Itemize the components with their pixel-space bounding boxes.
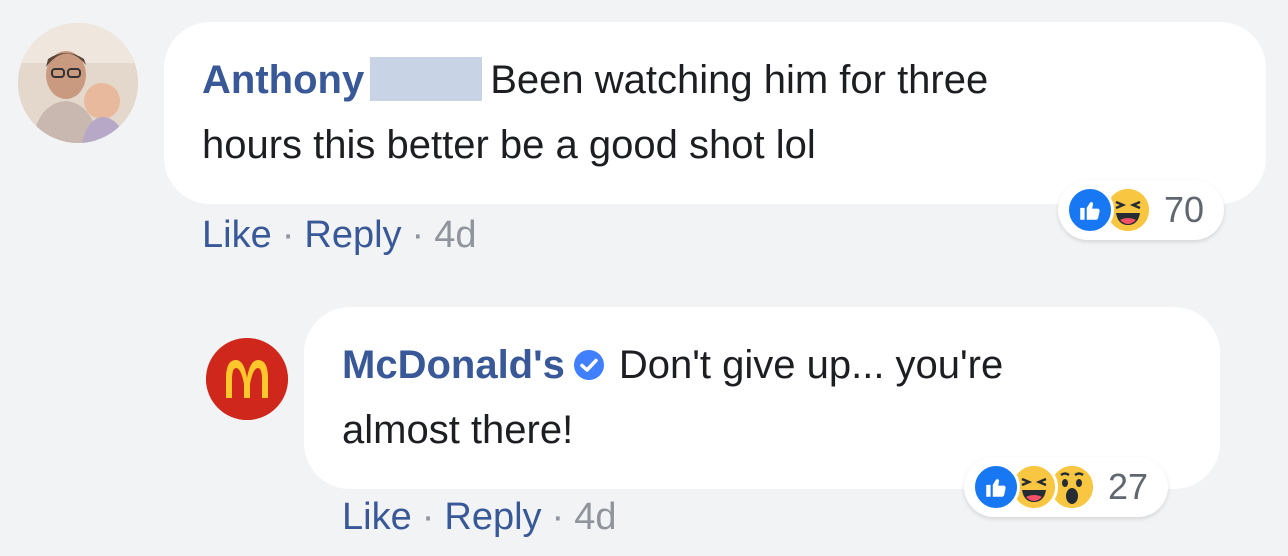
reaction-summary[interactable]: 70 <box>1058 180 1225 240</box>
separator: · <box>421 496 435 538</box>
comment-text: Been watching him for three <box>490 58 989 102</box>
reply-link[interactable]: Reply <box>444 496 541 538</box>
separator: · <box>411 214 425 256</box>
separator: · <box>551 496 565 538</box>
separator: · <box>281 214 295 256</box>
comment-text: almost there! <box>342 408 574 452</box>
redacted-surname <box>370 57 483 101</box>
comment-author[interactable]: Anthony <box>202 58 364 102</box>
comment-text: Don't give up... you're <box>618 343 1004 387</box>
avatar-anthony[interactable] <box>18 23 138 143</box>
reaction-count: 70 <box>1164 189 1205 230</box>
mcdonalds-logo-icon <box>206 338 288 420</box>
user-photo-icon <box>18 23 138 143</box>
like-link[interactable]: Like <box>342 496 412 538</box>
reaction-summary[interactable]: 27 <box>964 457 1169 517</box>
like-icon <box>1066 186 1114 234</box>
comment-text-line: almost there! <box>342 398 573 462</box>
comment-actions: Like · Reply · 4d <box>202 214 476 257</box>
comment-author[interactable]: McDonald's <box>342 343 565 387</box>
comment-text-line: hours this better be a good shot lol <box>202 113 816 177</box>
like-link[interactable]: Like <box>202 214 272 256</box>
reply-link[interactable]: Reply <box>304 214 401 256</box>
verified-badge-icon <box>573 350 604 380</box>
timestamp[interactable]: 4d <box>434 214 476 256</box>
avatar-mcdonalds[interactable] <box>206 338 288 420</box>
comment-actions: Like · Reply · 4d <box>342 496 616 539</box>
reaction-count: 27 <box>1108 466 1149 507</box>
comment-text-line: McDonald's Don't give up... you're <box>342 333 1003 397</box>
comment-text-line: Anthony Been watching him for three <box>202 48 988 112</box>
comment-text: hours this better be a good shot lol <box>202 123 816 167</box>
timestamp[interactable]: 4d <box>574 496 616 538</box>
like-icon <box>972 463 1020 511</box>
